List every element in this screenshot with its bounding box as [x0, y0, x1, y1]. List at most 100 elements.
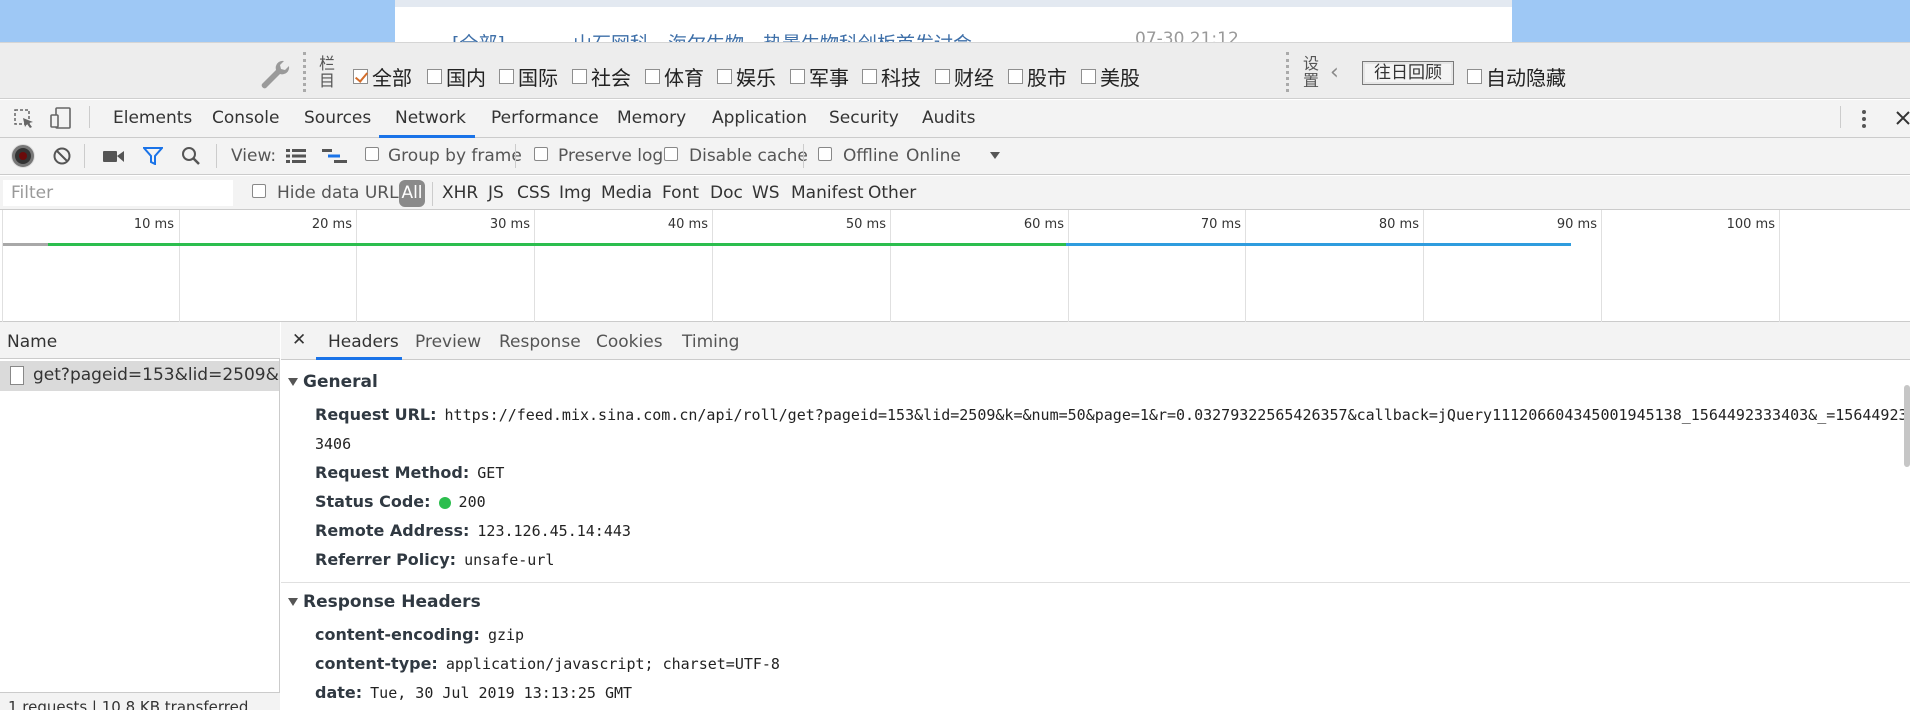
checkbox[interactable] [935, 69, 950, 84]
preserve-log-checkbox[interactable] [534, 147, 548, 161]
divider [515, 144, 516, 168]
wrench-icon[interactable] [258, 58, 292, 92]
divider [1840, 106, 1841, 128]
settings-label[interactable]: 设置 [1302, 55, 1320, 89]
type-filter-css[interactable]: CSS [517, 183, 550, 203]
tab-timing[interactable]: Timing [682, 332, 739, 352]
category-finance[interactable]: 财经 [935, 62, 994, 91]
search-icon[interactable] [181, 146, 201, 166]
name-column-header[interactable]: Name [0, 322, 280, 359]
toolbar-divider [1286, 52, 1289, 92]
tick-label: 20 ms [311, 217, 352, 232]
type-filter-manifest[interactable]: Manifest [791, 183, 864, 203]
checkbox[interactable] [572, 69, 587, 84]
tab-audits[interactable]: Audits [922, 108, 975, 128]
file-icon [10, 366, 24, 385]
category-sports[interactable]: 体育 [645, 62, 704, 91]
timing-bar-queue [3, 243, 48, 246]
response-header-row: content-encoding: gzip [315, 625, 525, 644]
divider [432, 182, 433, 206]
chevron-down-icon[interactable] [990, 152, 1000, 160]
scrollbar-thumb[interactable] [1904, 385, 1910, 467]
close-devtools-icon[interactable] [1895, 110, 1910, 126]
category-entertainment[interactable]: 娱乐 [717, 62, 776, 91]
grid-line [534, 210, 535, 322]
checkbox[interactable] [790, 69, 805, 84]
checkbox[interactable] [645, 69, 660, 84]
general-section-title[interactable]: General [288, 372, 378, 392]
news-title[interactable]: 山石网科、海尔生物、热景生物科创板首发讨会 [573, 29, 972, 42]
category-all[interactable]: 全部 [353, 62, 412, 91]
group-by-frame-checkbox[interactable] [365, 147, 379, 161]
tab-console[interactable]: Console [212, 108, 280, 128]
divider [216, 144, 217, 168]
device-toolbar-icon[interactable] [49, 106, 73, 130]
tick-label: 60 ms [1023, 217, 1064, 232]
filter-funnel-icon[interactable] [143, 147, 163, 165]
category-society[interactable]: 社会 [572, 62, 631, 91]
history-button[interactable]: 往日回顾 [1362, 61, 1454, 85]
type-filter-xhr[interactable]: XHR [442, 183, 478, 203]
inspect-element-icon[interactable] [13, 108, 35, 130]
type-filter-doc[interactable]: Doc [710, 183, 743, 203]
checkbox[interactable] [717, 69, 732, 84]
news-tag[interactable]: [全部] [452, 29, 505, 42]
disable-cache-checkbox[interactable] [664, 147, 678, 161]
clear-icon[interactable] [52, 146, 72, 166]
checkbox[interactable] [427, 69, 442, 84]
auto-hide-toggle[interactable]: 自动隐藏 [1467, 62, 1566, 91]
hide-data-urls-checkbox[interactable] [252, 184, 266, 198]
news-time: 07-30 21:12 [1135, 29, 1239, 42]
request-row[interactable]: get?pageid=153&lid=2509&k... [0, 361, 279, 391]
type-filter-media[interactable]: Media [601, 183, 652, 203]
checkbox[interactable] [499, 69, 514, 84]
tick-label: 40 ms [667, 217, 708, 232]
category-domestic[interactable]: 国内 [427, 62, 486, 91]
type-filter-all[interactable]: All [399, 180, 425, 207]
tab-performance[interactable]: Performance [491, 108, 599, 128]
tab-application[interactable]: Application [712, 108, 807, 128]
view-label: View: [231, 146, 277, 166]
grid-line [1423, 210, 1424, 322]
record-icon[interactable] [12, 145, 34, 167]
tab-headers[interactable]: Headers [328, 332, 399, 352]
checkbox[interactable] [1008, 69, 1023, 84]
tab-elements[interactable]: Elements [113, 108, 192, 128]
type-filter-font[interactable]: Font [662, 183, 699, 203]
tab-sources[interactable]: Sources [304, 108, 371, 128]
screenshot-camera-icon[interactable] [103, 149, 125, 163]
filter-input[interactable] [3, 180, 233, 206]
category-stocks[interactable]: 股市 [1008, 62, 1067, 91]
type-filter-other[interactable]: Other [868, 183, 916, 203]
triangle-down-icon [288, 598, 298, 606]
category-tech[interactable]: 科技 [862, 62, 921, 91]
tab-memory[interactable]: Memory [617, 108, 686, 128]
tick-label: 100 ms [1726, 217, 1775, 232]
more-options-icon[interactable] [1860, 108, 1868, 130]
offline-checkbox[interactable] [818, 147, 832, 161]
tab-response[interactable]: Response [499, 332, 581, 352]
close-detail-icon[interactable]: ✕ [292, 330, 306, 350]
timeline-overview[interactable] [0, 210, 1910, 322]
grid-line [179, 210, 180, 322]
type-filter-js[interactable]: JS [488, 183, 504, 203]
tab-cookies[interactable]: Cookies [596, 332, 663, 352]
tab-preview[interactable]: Preview [415, 332, 481, 352]
list-view-icon[interactable] [286, 148, 306, 164]
checkbox[interactable] [1081, 69, 1096, 84]
checkbox[interactable] [862, 69, 877, 84]
category-us-stocks[interactable]: 美股 [1081, 62, 1140, 91]
type-filter-img[interactable]: Img [559, 183, 591, 203]
checkbox[interactable] [353, 69, 368, 84]
category-international[interactable]: 国际 [499, 62, 558, 91]
waterfall-view-icon[interactable] [322, 148, 348, 164]
category-military[interactable]: 军事 [790, 62, 849, 91]
remote-address-row: Remote Address: 123.126.45.14:443 [315, 521, 631, 540]
chevron-left-icon[interactable]: ‹ [1330, 60, 1339, 85]
tab-security[interactable]: Security [829, 108, 899, 128]
type-filter-ws[interactable]: WS [752, 183, 780, 203]
tab-network[interactable]: Network [395, 108, 466, 128]
response-headers-section-title[interactable]: Response Headers [288, 592, 481, 612]
checkbox[interactable] [1467, 69, 1482, 84]
throttling-select[interactable]: Online [906, 146, 961, 166]
